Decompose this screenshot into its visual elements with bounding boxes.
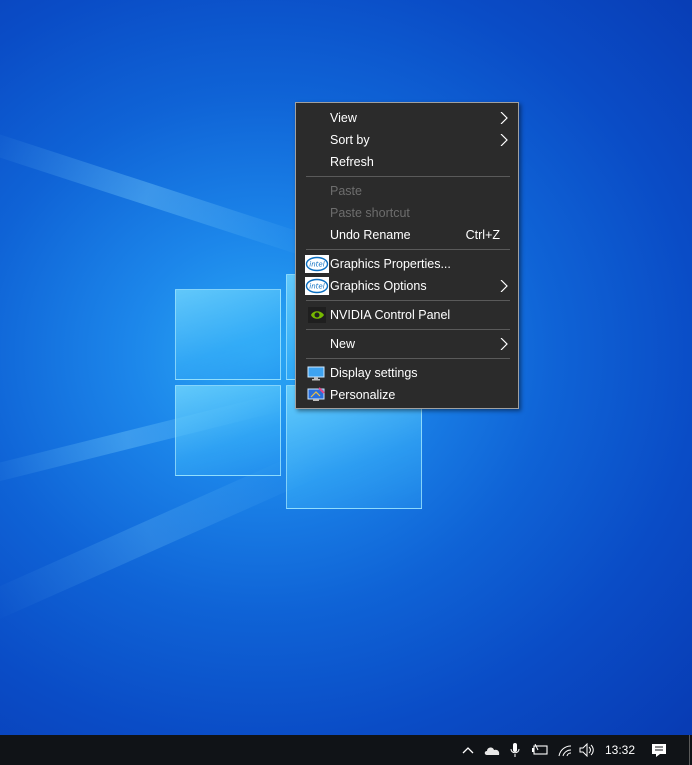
menu-item-label: Paste shortcut [330, 206, 410, 220]
chevron-right-icon [500, 280, 508, 292]
menu-item-sort-by[interactable]: Sort by [296, 129, 518, 151]
menu-item-personalize[interactable]: Personalize [296, 384, 518, 406]
menu-item-label: NVIDIA Control Panel [330, 308, 451, 322]
taskbar-clock[interactable]: 13:32 [600, 735, 640, 765]
menu-item-paste-shortcut: Paste shortcut [296, 202, 518, 224]
menu-separator [306, 329, 510, 330]
menu-item-label: Refresh [330, 155, 374, 169]
light-beam [0, 128, 323, 261]
chevron-right-icon [500, 112, 508, 124]
menu-item-label: New [330, 337, 356, 351]
logo-pane-top-left [175, 289, 281, 380]
intel-icon: intel [305, 255, 329, 273]
menu-item-nvidia-control-panel[interactable]: NVIDIA Control Panel [296, 304, 518, 326]
onedrive-cloud-icon[interactable] [481, 735, 503, 765]
chevron-right-icon [500, 134, 508, 146]
menu-item-paste: Paste [296, 180, 518, 202]
personalize-icon [307, 387, 325, 401]
menu-separator [306, 300, 510, 301]
menu-item-label: Undo Rename [330, 228, 411, 242]
menu-item-new[interactable]: New [296, 333, 518, 355]
menu-item-label: Personalize [330, 388, 396, 402]
menu-item-label: Paste [330, 184, 362, 198]
menu-item-view[interactable]: View [296, 107, 518, 129]
menu-item-refresh[interactable]: Refresh [296, 151, 518, 173]
menu-item-label: Graphics Properties... [330, 257, 451, 271]
menu-item-graphics-properties[interactable]: intel Graphics Properties... [296, 253, 518, 275]
menu-item-accelerator: Ctrl+Z [465, 228, 500, 242]
menu-separator [306, 358, 510, 359]
notification-icon[interactable] [648, 735, 670, 765]
menu-item-graphics-options[interactable]: intel Graphics Options [296, 275, 518, 297]
show-desktop-button[interactable] [686, 735, 692, 765]
menu-item-label: View [330, 111, 357, 125]
speaker-icon[interactable] [577, 735, 597, 765]
svg-text:intel: intel [309, 261, 324, 269]
desktop-context-menu: View Sort by Refresh Paste Paste shortcu… [295, 102, 519, 409]
chevron-right-icon [500, 338, 508, 350]
menu-item-display-settings[interactable]: Display settings [296, 362, 518, 384]
battery-icon[interactable] [529, 735, 551, 765]
logo-pane-bottom-left [175, 385, 281, 476]
nvidia-icon [308, 307, 326, 323]
microphone-icon[interactable] [507, 735, 523, 765]
menu-separator [306, 176, 510, 177]
wifi-icon[interactable] [555, 735, 575, 765]
menu-item-label: Sort by [330, 133, 370, 147]
chevron-up-icon[interactable] [459, 735, 477, 765]
menu-item-undo-rename[interactable]: Undo Rename Ctrl+Z [296, 224, 518, 246]
menu-separator [306, 249, 510, 250]
menu-item-label: Graphics Options [330, 279, 427, 293]
svg-text:intel: intel [309, 283, 324, 291]
taskbar: 13:32 [0, 735, 692, 765]
intel-icon: intel [305, 277, 329, 295]
display-icon [307, 366, 325, 381]
menu-item-label: Display settings [330, 366, 418, 380]
